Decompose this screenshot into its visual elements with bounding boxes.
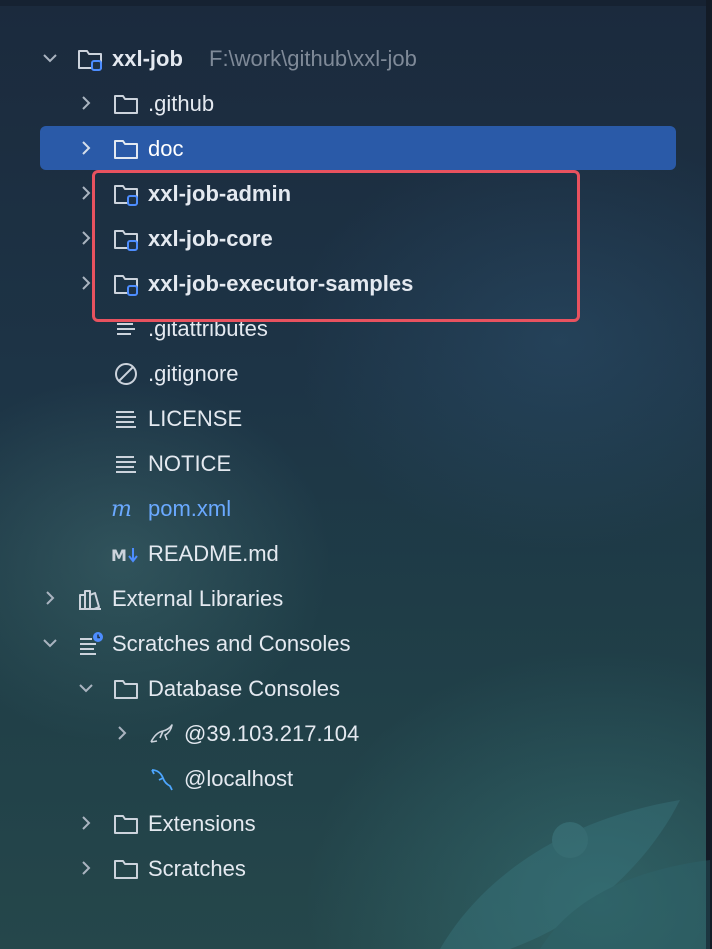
folder-icon <box>112 135 140 163</box>
tree-row-scratches-and-consoles[interactable]: Scratches and Consoles <box>0 621 706 666</box>
tree-item-label: Extensions <box>148 811 256 836</box>
folder-icon <box>112 675 140 703</box>
markdown-icon: M <box>110 540 146 568</box>
text-file-icon <box>112 450 140 478</box>
tree-row-db-localhost[interactable]: @localhost <box>0 756 706 801</box>
svg-text:m: m <box>111 497 132 522</box>
chevron-down-icon[interactable] <box>40 48 60 68</box>
tree-item-label: @localhost <box>184 766 294 791</box>
tree-row-github[interactable]: .github <box>0 81 706 126</box>
tree-row-extensions[interactable]: Extensions <box>0 801 706 846</box>
tree-item-label: External Libraries <box>112 586 284 611</box>
folder-icon <box>112 810 140 838</box>
maven-icon: m <box>110 495 138 523</box>
tree-row-pom-xml[interactable]: m pom.xml <box>0 486 706 531</box>
tree-row-notice[interactable]: NOTICE <box>0 441 706 486</box>
tree-row-db-remote[interactable]: @39.103.217.104 <box>0 711 706 756</box>
text-file-icon <box>112 405 140 433</box>
module-folder-icon <box>76 45 104 73</box>
svg-text:M: M <box>111 546 127 565</box>
ignore-file-icon <box>112 360 140 388</box>
tree-item-label: LICENSE <box>148 406 243 431</box>
folder-icon <box>112 90 140 118</box>
tree-item-label: @39.103.217.104 <box>184 721 360 746</box>
folder-icon <box>112 855 140 883</box>
chevron-right-icon[interactable] <box>76 93 96 113</box>
chevron-right-icon[interactable] <box>76 813 96 833</box>
tree-row-readme[interactable]: M README.md <box>0 531 706 576</box>
mysql-icon <box>148 720 176 748</box>
chevron-right-icon[interactable] <box>112 723 132 743</box>
project-path: F:\work\github\xxl-job <box>209 46 417 71</box>
tree-item-label: Database Consoles <box>148 676 341 701</box>
annotation-highlight-box <box>92 170 580 322</box>
chevron-down-icon[interactable] <box>40 633 60 653</box>
chevron-right-icon[interactable] <box>76 138 96 158</box>
chevron-right-icon[interactable] <box>76 858 96 878</box>
tree-item-label: .github <box>148 91 215 116</box>
chevron-right-icon[interactable] <box>40 588 60 608</box>
tree-row-gitignore[interactable]: .gitignore <box>0 351 706 396</box>
chevron-down-icon[interactable] <box>76 678 96 698</box>
mysql-icon <box>148 765 176 793</box>
tree-item-label: NOTICE <box>148 451 232 476</box>
tree-row-doc[interactable]: doc <box>0 126 706 171</box>
tree-item-label: pom.xml <box>148 496 232 521</box>
top-strip <box>0 0 706 6</box>
tree-row-scratches[interactable]: Scratches <box>0 846 706 891</box>
tree-item-label: Scratches <box>148 856 246 881</box>
tree-row-external-libraries[interactable]: External Libraries <box>0 576 706 621</box>
tree-row-license[interactable]: LICENSE <box>0 396 706 441</box>
tree-item-label: doc <box>148 136 184 161</box>
scratches-icon <box>76 630 104 658</box>
tree-row-database-consoles[interactable]: Database Consoles <box>0 666 706 711</box>
tree-item-label: .gitignore <box>148 361 239 386</box>
tree-item-label: Scratches and Consoles <box>112 631 351 656</box>
libraries-icon <box>76 585 104 613</box>
project-name: xxl-job <box>112 46 183 71</box>
tree-item-label: README.md <box>148 541 279 566</box>
tree-row-project-root[interactable]: xxl-job F:\work\github\xxl-job <box>0 36 706 81</box>
